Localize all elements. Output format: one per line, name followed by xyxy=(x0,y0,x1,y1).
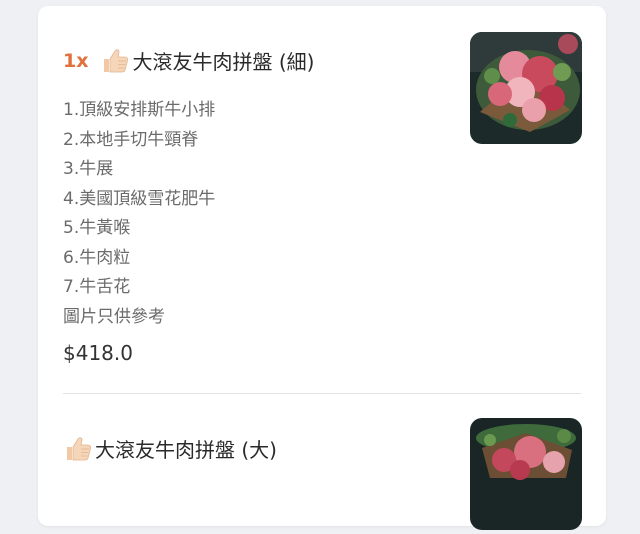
description-line: 6.牛肉粒 xyxy=(63,247,131,268)
description-line: 3.牛展 xyxy=(63,159,114,179)
item-price: $418.0 xyxy=(63,341,133,365)
item-description: 1.頂級安排斯牛小排 2.本地手切牛頸脊 3.牛展 4.美國頂級雪花肥牛 5.牛… xyxy=(63,96,215,332)
item-title-row: 1x 大滾友牛肉拼盤 (細) xyxy=(63,46,314,75)
menu-item-large-beef-platter[interactable]: 大滾友牛肉拼盤 (大) xyxy=(38,394,606,534)
item-title-row: 大滾友牛肉拼盤 (大) xyxy=(63,434,277,463)
description-note: 圖片只供參考 xyxy=(63,306,165,327)
description-line: 5.牛黃喉 xyxy=(63,218,131,238)
menu-card: 1x 大滾友牛肉拼盤 (細) 1.頂級安排斯牛小排 2.本地手切牛頸脊 3.牛展… xyxy=(38,6,606,530)
thumbs-up-icon xyxy=(63,436,93,462)
description-line: 2.本地手切牛頸脊 xyxy=(63,129,199,150)
item-title: 大滾友牛肉拼盤 (細) xyxy=(132,50,315,74)
beef-platter-photo[interactable] xyxy=(470,418,582,530)
thumbs-up-icon xyxy=(100,48,130,74)
description-line: 4.美國頂級雪花肥牛 xyxy=(63,188,216,209)
quantity-badge: 1x xyxy=(63,49,89,72)
menu-item-small-beef-platter[interactable]: 1x 大滾友牛肉拼盤 (細) 1.頂級安排斯牛小排 2.本地手切牛頸脊 3.牛展… xyxy=(38,6,606,396)
description-line: 7.牛舌花 xyxy=(63,277,131,297)
item-title: 大滾友牛肉拼盤 (大) xyxy=(95,438,277,462)
beef-platter-photo[interactable] xyxy=(470,32,582,144)
description-line: 1.頂級安排斯牛小排 xyxy=(63,100,216,120)
